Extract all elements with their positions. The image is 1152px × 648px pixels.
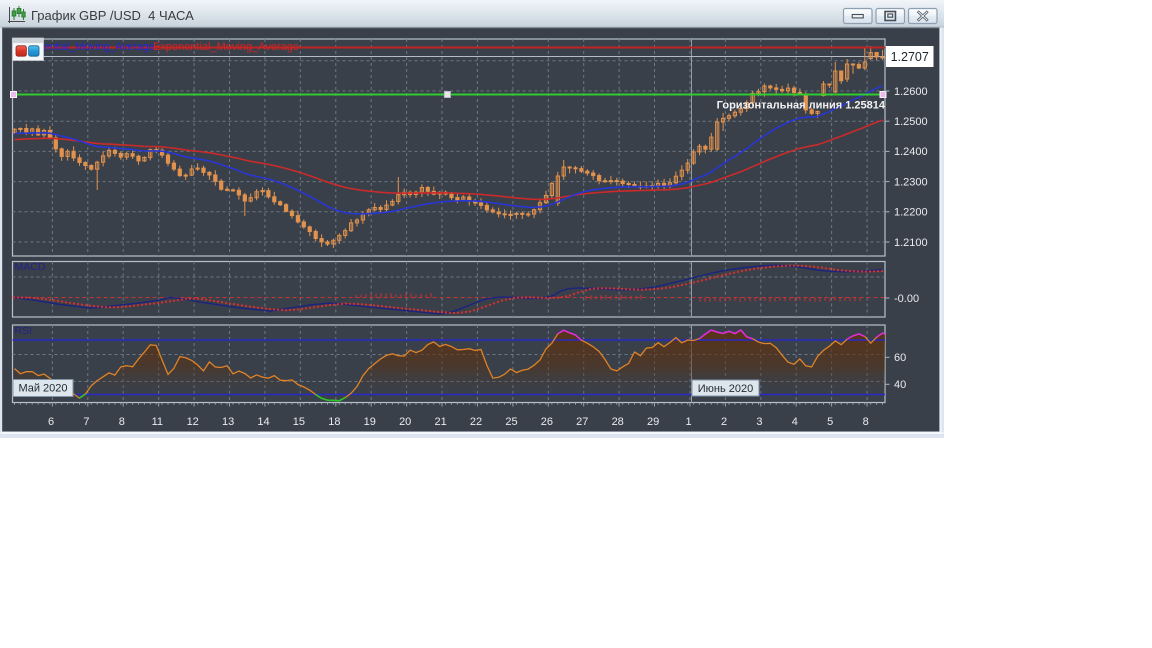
svg-text:13: 13	[222, 416, 234, 428]
svg-text:3: 3	[756, 416, 762, 428]
svg-text:1.2500: 1.2500	[894, 116, 928, 128]
svg-text:28: 28	[612, 416, 624, 428]
svg-text:1: 1	[686, 416, 692, 428]
svg-text:29: 29	[647, 416, 659, 428]
svg-text:22: 22	[470, 416, 482, 428]
svg-text:1.2200: 1.2200	[894, 207, 928, 219]
svg-text:2: 2	[721, 416, 727, 428]
svg-text:60: 60	[894, 352, 906, 364]
svg-text:-0.00: -0.00	[894, 293, 919, 305]
svg-text:1.2707: 1.2707	[891, 50, 929, 64]
svg-text:Май 2020: Май 2020	[18, 383, 67, 395]
svg-text:MACD: MACD	[15, 261, 46, 273]
svg-text:15: 15	[293, 416, 305, 428]
svg-text:25: 25	[505, 416, 517, 428]
svg-text:12: 12	[187, 416, 199, 428]
svg-text:5: 5	[827, 416, 833, 428]
svg-text:Горизонтальная линия 1.25814: Горизонтальная линия 1.25814	[717, 100, 886, 112]
svg-text:6: 6	[48, 416, 54, 428]
svg-text:8: 8	[119, 416, 125, 428]
svg-text:График GBP /USD 4 ЧАСА: График GBP /USD 4 ЧАСА	[31, 8, 194, 23]
svg-text:40: 40	[894, 379, 906, 391]
svg-text:1.2100: 1.2100	[894, 237, 928, 249]
svg-text:8: 8	[863, 416, 869, 428]
svg-text:4: 4	[792, 416, 798, 428]
svg-text:1.2300: 1.2300	[894, 176, 928, 188]
svg-text:18: 18	[328, 416, 340, 428]
svg-text:1.2400: 1.2400	[894, 146, 928, 158]
svg-text:7: 7	[83, 416, 89, 428]
svg-text:Exponential_Moving_Average: Exponential_Moving_Average	[153, 41, 299, 53]
svg-text:21: 21	[434, 416, 446, 428]
svg-text:11: 11	[152, 416, 163, 428]
svg-text:RSI: RSI	[15, 325, 33, 337]
svg-text:14: 14	[257, 416, 269, 428]
svg-text:27: 27	[576, 416, 588, 428]
svg-text:26: 26	[541, 416, 553, 428]
svg-text:1.2600: 1.2600	[894, 86, 928, 98]
svg-text:ential_Moving_Average: ential_Moving_Average	[44, 41, 155, 53]
svg-text:20: 20	[399, 416, 411, 428]
svg-text:Июнь 2020: Июнь 2020	[698, 383, 754, 395]
svg-text:19: 19	[364, 416, 376, 428]
